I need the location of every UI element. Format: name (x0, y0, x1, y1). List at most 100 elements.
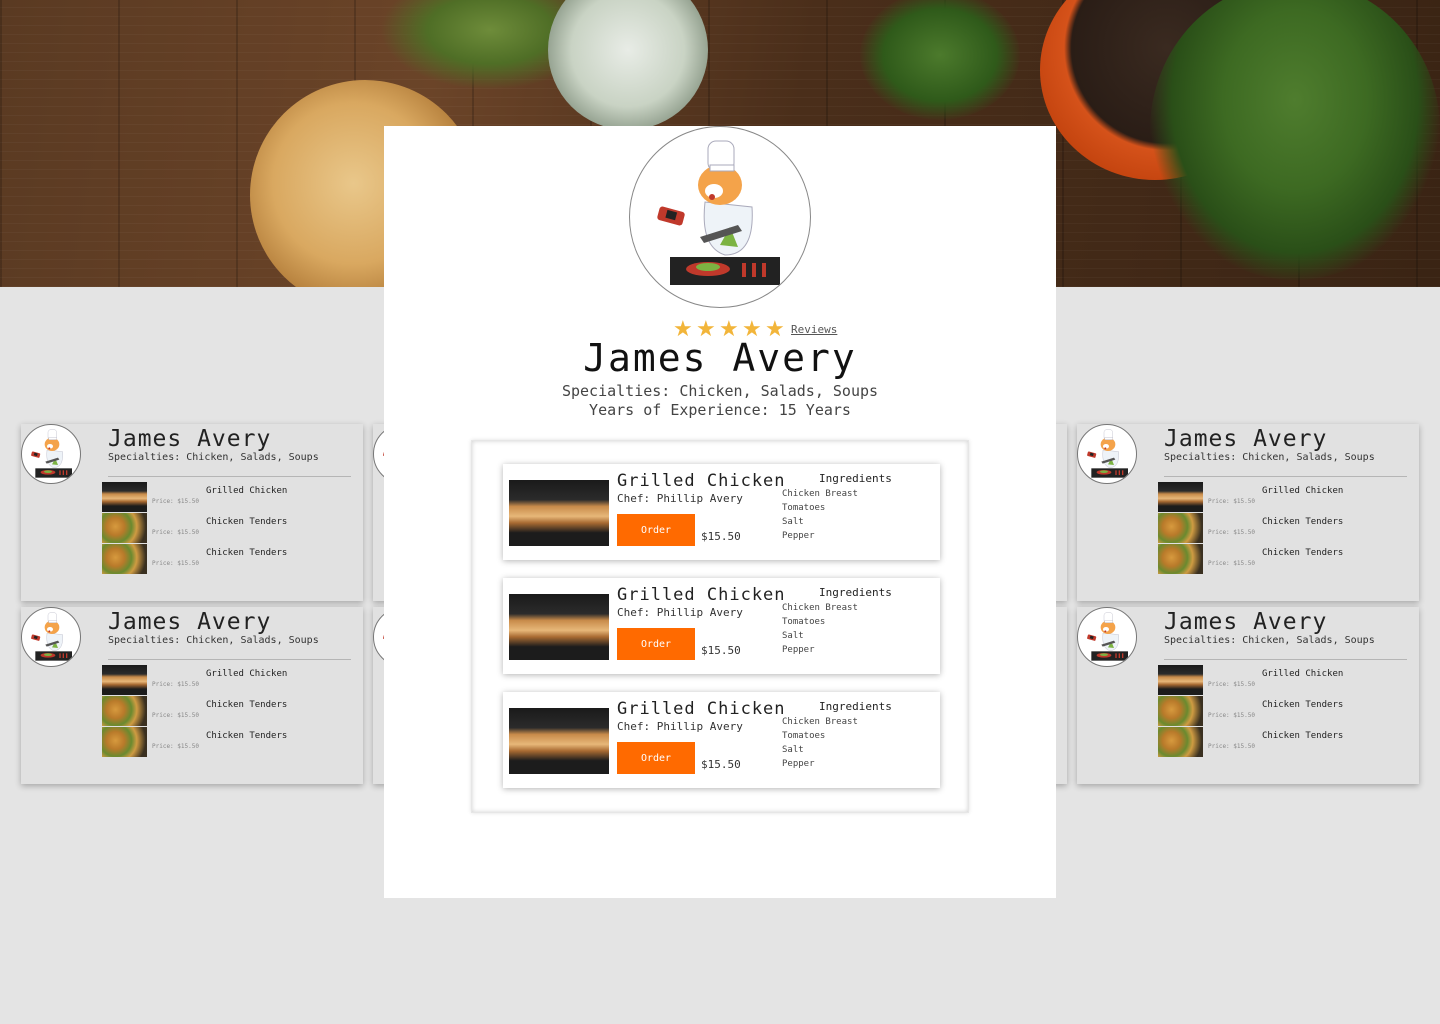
dish-thumbnail (102, 696, 147, 726)
ingredient: Tomatoes (782, 617, 826, 627)
menu-preview-item[interactable]: Price: $15.50 Chicken Tenders (102, 513, 342, 543)
dish-name: Grilled Chicken (617, 471, 786, 491)
dish-thumbnail (102, 513, 147, 543)
chef-avatar (21, 424, 81, 484)
menu-preview-item[interactable]: Price: $15.50 Grilled Chicken (102, 665, 342, 695)
dish-thumbnail (1158, 513, 1203, 543)
ingredients-title: Ingredients (819, 586, 892, 599)
dish-price: Price: $15.50 (152, 498, 199, 505)
ingredient: Salt (782, 631, 804, 641)
chef-name: James Avery (108, 609, 272, 635)
chef-avatar (21, 607, 81, 667)
ingredient: Tomatoes (782, 503, 826, 513)
dish-price: Price: $15.50 (152, 529, 199, 536)
menu-preview-item[interactable]: Price: $15.50 Chicken Tenders (1158, 513, 1398, 543)
chef-name: James Avery (1164, 426, 1328, 452)
menu-item: Grilled Chicken Chef: Phillip Avery Orde… (503, 692, 940, 788)
dish-name: Chicken Tenders (1262, 731, 1344, 741)
ingredient: Tomatoes (782, 731, 826, 741)
ingredients-list: Chicken Breast Tomatoes Salt Pepper (782, 715, 858, 771)
dish-thumbnail (102, 665, 147, 695)
dish-thumbnail (102, 727, 147, 757)
dish-price: Price: $15.50 (1208, 529, 1255, 536)
dish-price: Price: $15.50 (1208, 743, 1255, 750)
ingredient: Salt (782, 517, 804, 527)
dish-image (509, 708, 609, 774)
order-button[interactable]: Order (617, 628, 695, 660)
menu-preview-item[interactable]: Price: $15.50 Chicken Tenders (102, 696, 342, 726)
dish-price: Price: $15.50 (1208, 712, 1255, 719)
leaves-image (860, 0, 1020, 120)
chef-specialties: Specialties: Chicken, Salads, Soups (108, 452, 319, 463)
divider (1164, 659, 1407, 660)
chef-name: James Avery (1164, 609, 1328, 635)
divider (1164, 476, 1407, 477)
dish-name: Chicken Tenders (1262, 517, 1344, 527)
menu-preview-item[interactable]: Price: $15.50 Chicken Tenders (102, 727, 342, 757)
dish-price: $15.50 (701, 530, 741, 543)
menu-item: Grilled Chicken Chef: Phillip Avery Orde… (503, 464, 940, 560)
salad-greens-image (1150, 0, 1440, 280)
order-button[interactable]: Order (617, 742, 695, 774)
dish-image (509, 594, 609, 660)
dish-name: Grilled Chicken (617, 699, 786, 719)
dish-chef: Chef: Phillip Avery (617, 720, 743, 733)
dish-name: Grilled Chicken (1262, 486, 1344, 496)
menu-preview-item[interactable]: Price: $15.50 Grilled Chicken (1158, 665, 1398, 695)
dish-price: Price: $15.50 (152, 743, 199, 750)
dish-name: Grilled Chicken (206, 669, 288, 679)
dish-chef: Chef: Phillip Avery (617, 492, 743, 505)
chef-specialties: Specialties: Chicken, Salads, Soups (1164, 635, 1375, 646)
dish-price: Price: $15.50 (1208, 498, 1255, 505)
dish-name: Chicken Tenders (206, 517, 288, 527)
dish-name: Chicken Tenders (1262, 700, 1344, 710)
dish-price: Price: $15.50 (152, 712, 199, 719)
chef-card[interactable]: James AverySpecialties: Chicken, Salads,… (21, 424, 363, 601)
dish-price: Price: $15.50 (152, 681, 199, 688)
chef-specialties: Specialties: Chicken, Salads, Soups (108, 635, 319, 646)
ingredients-list: Chicken Breast Tomatoes Salt Pepper (782, 601, 858, 657)
order-button[interactable]: Order (617, 514, 695, 546)
ingredient: Chicken Breast (782, 717, 858, 727)
chef-card[interactable]: James AverySpecialties: Chicken, Salads,… (21, 607, 363, 784)
chef-profile-card: ★ ★ ★ ★ ★ Reviews James Avery Specialties: C… (384, 126, 1056, 898)
ingredient: Salt (782, 745, 804, 755)
dish-price: $15.50 (701, 644, 741, 657)
chef-card[interactable]: James AverySpecialties: Chicken, Salads,… (1077, 607, 1419, 784)
chef-name: James Avery (583, 336, 857, 380)
menu-preview-item[interactable]: Price: $15.50 Chicken Tenders (1158, 727, 1398, 757)
dish-thumbnail (102, 544, 147, 574)
chef-card[interactable]: James AverySpecialties: Chicken, Salads,… (1077, 424, 1419, 601)
dish-thumbnail (102, 482, 147, 512)
dish-thumbnail (1158, 482, 1203, 512)
dish-name: Grilled Chicken (1262, 669, 1344, 679)
dish-price: Price: $15.50 (1208, 560, 1255, 567)
dish-name: Grilled Chicken (206, 486, 288, 496)
chef-specialties: Specialties: Chicken, Salads, Soups (1164, 452, 1375, 463)
menu-item: Grilled Chicken Chef: Phillip Avery Orde… (503, 578, 940, 674)
ingredient: Pepper (782, 645, 815, 655)
dish-price: $15.50 (701, 758, 741, 771)
divider (108, 659, 351, 660)
ingredient: Pepper (782, 531, 815, 541)
chef-avatar (1077, 424, 1137, 484)
dish-thumbnail (1158, 696, 1203, 726)
dish-thumbnail (1158, 665, 1203, 695)
chef-avatar (1077, 607, 1137, 667)
dish-thumbnail (1158, 544, 1203, 574)
menu-preview-item[interactable]: Price: $15.50 Chicken Tenders (102, 544, 342, 574)
ingredient: Pepper (782, 759, 815, 769)
chef-experience: Years of Experience: 15 Years (589, 401, 851, 419)
menu-preview-item[interactable]: Price: $15.50 Chicken Tenders (1158, 696, 1398, 726)
reviews-link[interactable]: Reviews (791, 323, 837, 336)
dish-thumbnail (1158, 727, 1203, 757)
dish-name: Chicken Tenders (206, 700, 288, 710)
chef-specialties: Specialties: Chicken, Salads, Soups (561, 382, 879, 400)
ingredients-list: Chicken Breast Tomatoes Salt Pepper (782, 487, 858, 543)
divider (108, 476, 351, 477)
menu-preview-item[interactable]: Price: $15.50 Grilled Chicken (102, 482, 342, 512)
dish-name: Grilled Chicken (617, 585, 786, 605)
menu-preview-item[interactable]: Price: $15.50 Grilled Chicken (1158, 482, 1398, 512)
menu-preview-item[interactable]: Price: $15.50 Chicken Tenders (1158, 544, 1398, 574)
ingredients-title: Ingredients (819, 700, 892, 713)
